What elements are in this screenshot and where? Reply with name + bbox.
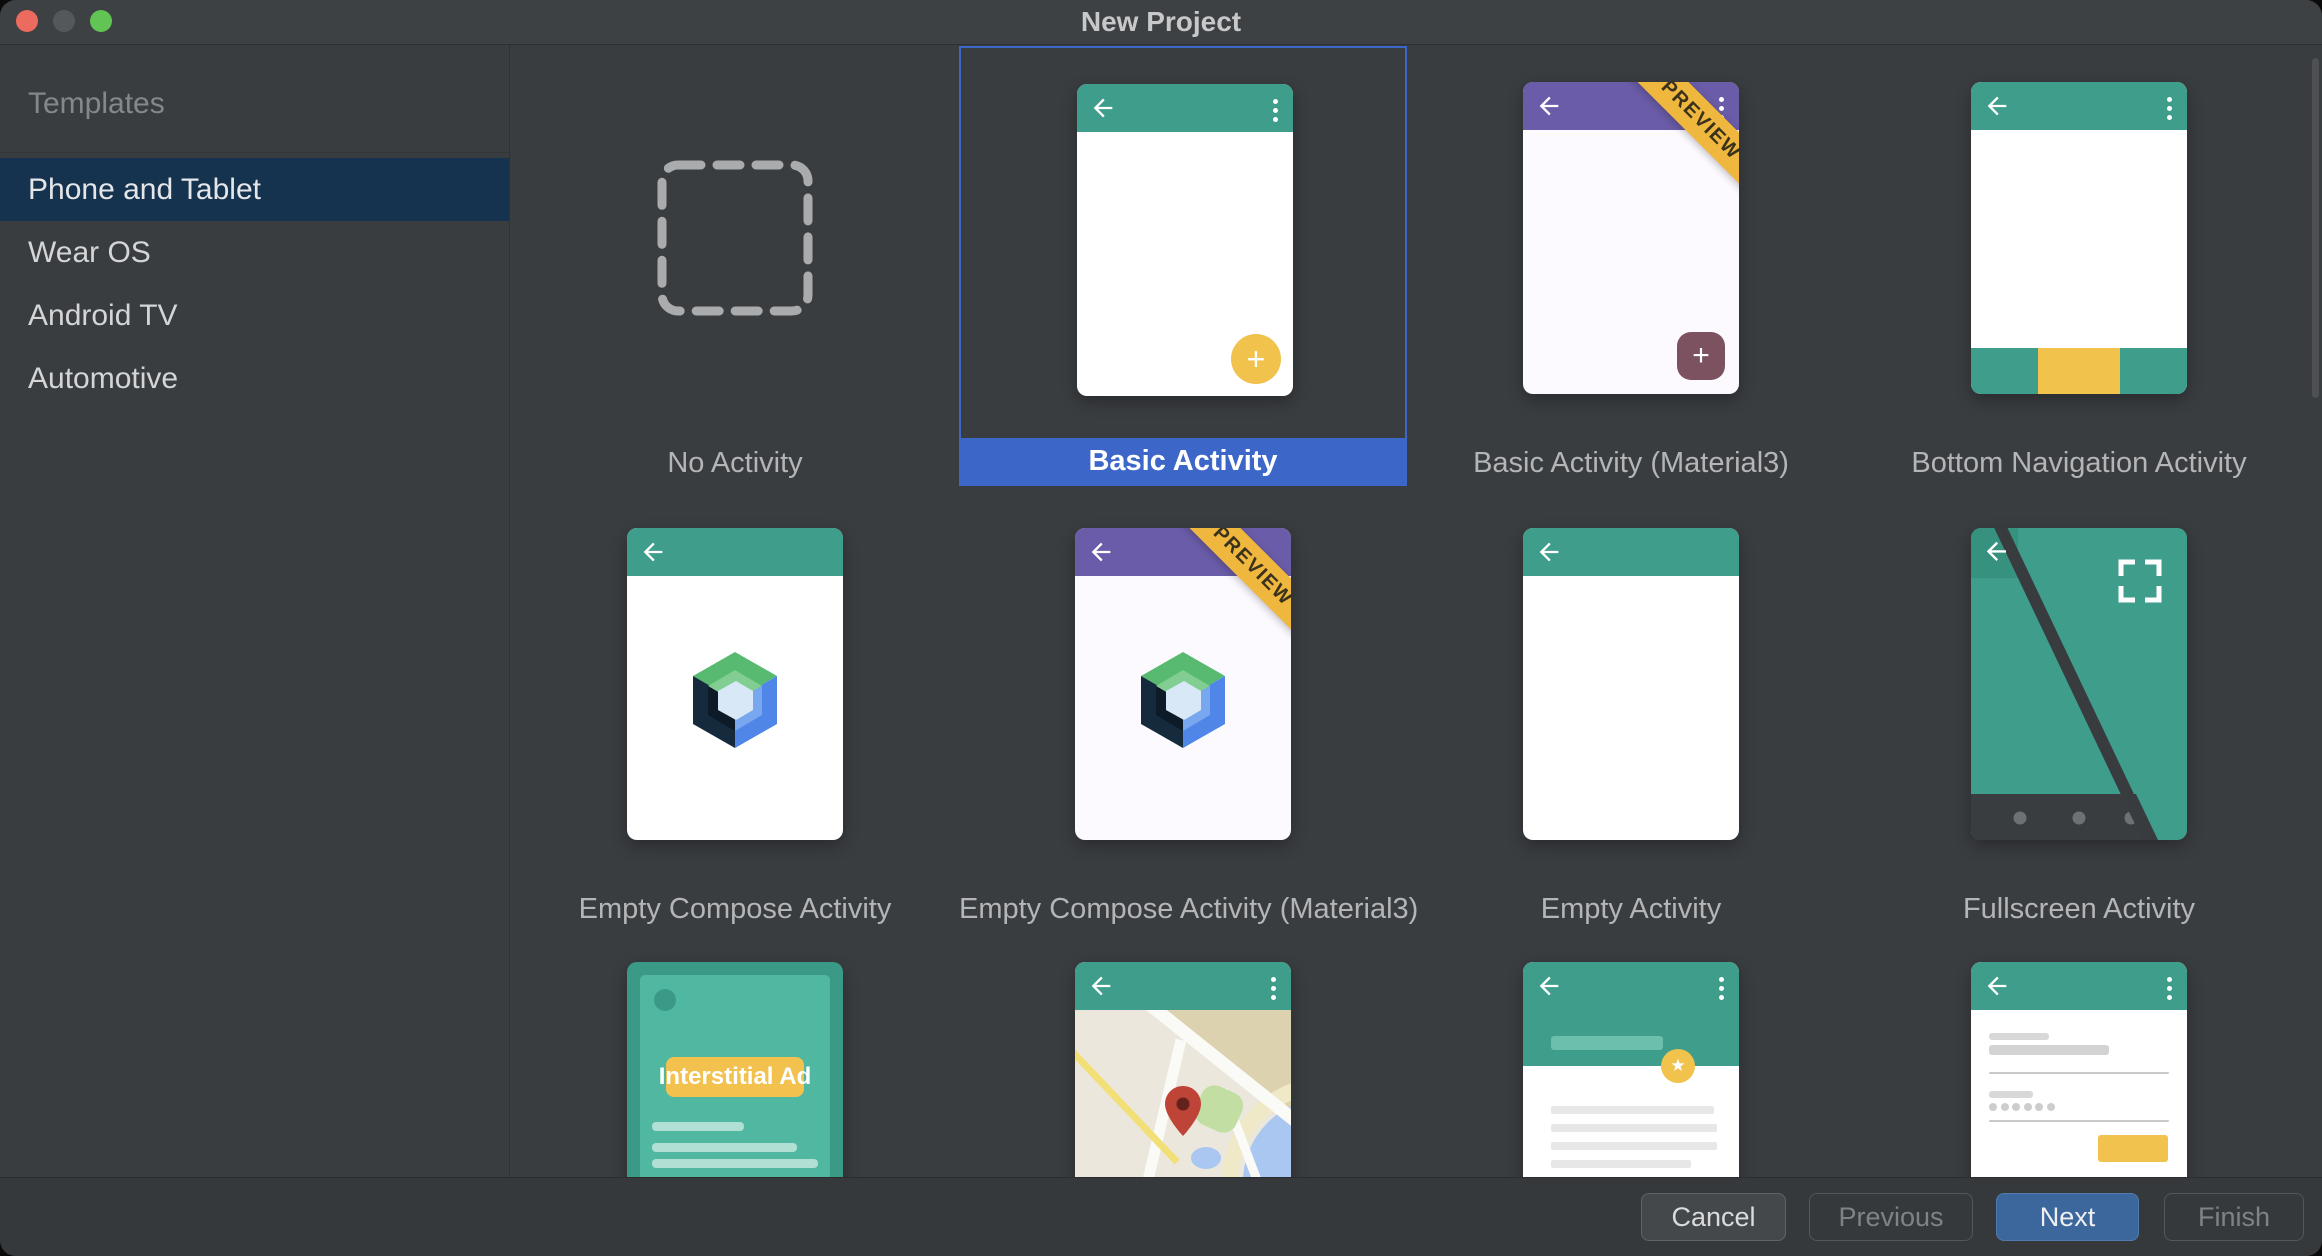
back-arrow-icon xyxy=(1983,92,2011,120)
back-arrow-icon xyxy=(1535,972,1563,1000)
dialog-title: New Project xyxy=(0,0,2322,44)
back-arrow-icon xyxy=(1087,538,1115,566)
sidebar-item-wear-os[interactable]: Wear OS xyxy=(0,221,509,284)
previous-button: Previous xyxy=(1809,1193,1973,1241)
mockup-appbar xyxy=(1075,962,1291,1010)
no-activity-placeholder-icon xyxy=(655,158,815,318)
scrolling-mockup: ★ xyxy=(1523,962,1739,1177)
template-card-empty-activity[interactable]: Empty Activity xyxy=(1407,492,1855,932)
template-card-label: Basic Activity (Material3) xyxy=(1407,440,1855,486)
interstitial-ad-button: Interstitial Ad xyxy=(666,1057,804,1097)
fab-star-icon: ★ xyxy=(1661,1049,1695,1083)
dialog-titlebar: New Project xyxy=(0,0,2322,45)
fullscreen-mockup-graphic xyxy=(1971,528,2187,840)
template-card-fullscreen-activity[interactable]: Fullscreen Activity xyxy=(1855,492,2303,932)
back-arrow-icon xyxy=(639,538,667,566)
compose-mockup xyxy=(627,528,843,840)
template-card-google-maps-activity[interactable] xyxy=(959,926,1407,1177)
ads-mockup: Interstitial Ad xyxy=(627,962,843,1177)
bottom-navigation-bar xyxy=(1971,348,2187,394)
mockup-appbar xyxy=(1077,84,1293,132)
mockup-header xyxy=(1523,962,1739,1066)
jetpack-compose-logo-icon xyxy=(1133,650,1233,750)
back-arrow-icon xyxy=(1089,94,1117,122)
templates-sidebar: Templates Phone and Tablet Wear OS Andro… xyxy=(0,45,510,1177)
fullscreen-mockup xyxy=(1971,528,2187,840)
back-arrow-icon xyxy=(1983,972,2011,1000)
kebab-menu-icon xyxy=(1719,973,1725,1004)
dialog-footer: Cancel Previous Next Finish xyxy=(0,1177,2322,1256)
grid-scrollbar[interactable] xyxy=(2312,58,2319,398)
sidebar-item-automotive[interactable]: Automotive xyxy=(0,347,509,410)
maps-mockup xyxy=(1075,962,1291,1177)
skeleton-line xyxy=(1551,1106,1714,1114)
ads-avatar-circle xyxy=(654,989,676,1011)
login-mockup xyxy=(1971,962,2187,1177)
skeleton-line xyxy=(652,1122,744,1131)
skeleton-line xyxy=(1551,1142,1717,1150)
fab-plus-icon: + xyxy=(1677,332,1725,380)
mockup-appbar xyxy=(1523,528,1739,576)
kebab-menu-icon xyxy=(1273,95,1279,126)
template-card-no-activity[interactable]: No Activity xyxy=(511,46,959,486)
form-label-placeholder xyxy=(1989,1091,2033,1098)
template-card-google-admob-ads[interactable]: Interstitial Ad xyxy=(511,926,959,1177)
mockup-appbar xyxy=(1971,962,2187,1010)
empty-activity-mockup xyxy=(1523,528,1739,840)
sidebar-item-list: Phone and Tablet Wear OS Android TV Auto… xyxy=(0,158,509,410)
form-input-placeholder xyxy=(1989,1045,2109,1055)
template-card-empty-compose-activity-material3[interactable]: PREVIEW Empty Compose Activity (Material… xyxy=(959,492,1407,932)
template-card-label: Bottom Navigation Activity xyxy=(1855,440,2303,486)
skeleton-line xyxy=(1551,1124,1717,1132)
sidebar-item-phone-and-tablet[interactable]: Phone and Tablet xyxy=(0,158,509,221)
mockup-appbar xyxy=(627,528,843,576)
title-placeholder xyxy=(1551,1036,1663,1050)
bottom-navigation-mockup xyxy=(1971,82,2187,394)
password-dots xyxy=(1989,1103,2055,1111)
back-arrow-icon xyxy=(1535,538,1563,566)
input-underline xyxy=(1989,1120,2169,1122)
template-card-label: No Activity xyxy=(511,440,959,486)
template-card-login-activity[interactable] xyxy=(1855,926,2303,1177)
sidebar-item-android-tv[interactable]: Android TV xyxy=(0,284,509,347)
back-arrow-icon xyxy=(1535,92,1563,120)
skeleton-line xyxy=(1551,1160,1691,1168)
template-card-basic-activity-material3[interactable]: PREVIEW + Basic Activity (Material3) xyxy=(1407,46,1855,486)
kebab-menu-icon xyxy=(1271,973,1277,1004)
template-card-basic-activity[interactable]: + Basic Activity xyxy=(959,46,1407,486)
kebab-menu-icon xyxy=(2167,93,2173,124)
input-underline xyxy=(1989,1072,2169,1074)
form-label-placeholder xyxy=(1989,1033,2049,1040)
sidebar-separator xyxy=(0,152,509,153)
submit-button-placeholder xyxy=(2098,1135,2168,1162)
template-card-bottom-navigation-activity[interactable]: Bottom Navigation Activity xyxy=(1855,46,2303,486)
template-card-scrolling-activity[interactable]: ★ xyxy=(1407,926,1855,1177)
cancel-button[interactable]: Cancel xyxy=(1641,1193,1786,1241)
mockup-appbar xyxy=(1971,82,2187,130)
ads-panel: Interstitial Ad xyxy=(640,975,830,1177)
skeleton-line xyxy=(652,1159,818,1168)
skeleton-line xyxy=(652,1143,797,1152)
template-grid: No Activity + Basic Activity PREVIEW xyxy=(511,45,2322,1177)
template-card-label: Basic Activity xyxy=(961,438,1405,484)
sidebar-header: Templates xyxy=(28,87,165,121)
back-arrow-icon xyxy=(1087,972,1115,1000)
fab-plus-icon: + xyxy=(1231,334,1281,384)
kebab-menu-icon xyxy=(2167,973,2173,1004)
jetpack-compose-logo-icon xyxy=(685,650,785,750)
map-graphic xyxy=(1075,1010,1291,1177)
basic-activity-m3-mockup: PREVIEW + xyxy=(1523,82,1739,394)
compose-m3-mockup: PREVIEW xyxy=(1075,528,1291,840)
new-project-dialog: New Project Templates Phone and Tablet W… xyxy=(0,0,2322,1256)
finish-button: Finish xyxy=(2164,1193,2304,1241)
template-card-empty-compose-activity[interactable]: Empty Compose Activity xyxy=(511,492,959,932)
basic-activity-mockup: + xyxy=(1077,84,1293,396)
next-button[interactable]: Next xyxy=(1996,1193,2139,1241)
